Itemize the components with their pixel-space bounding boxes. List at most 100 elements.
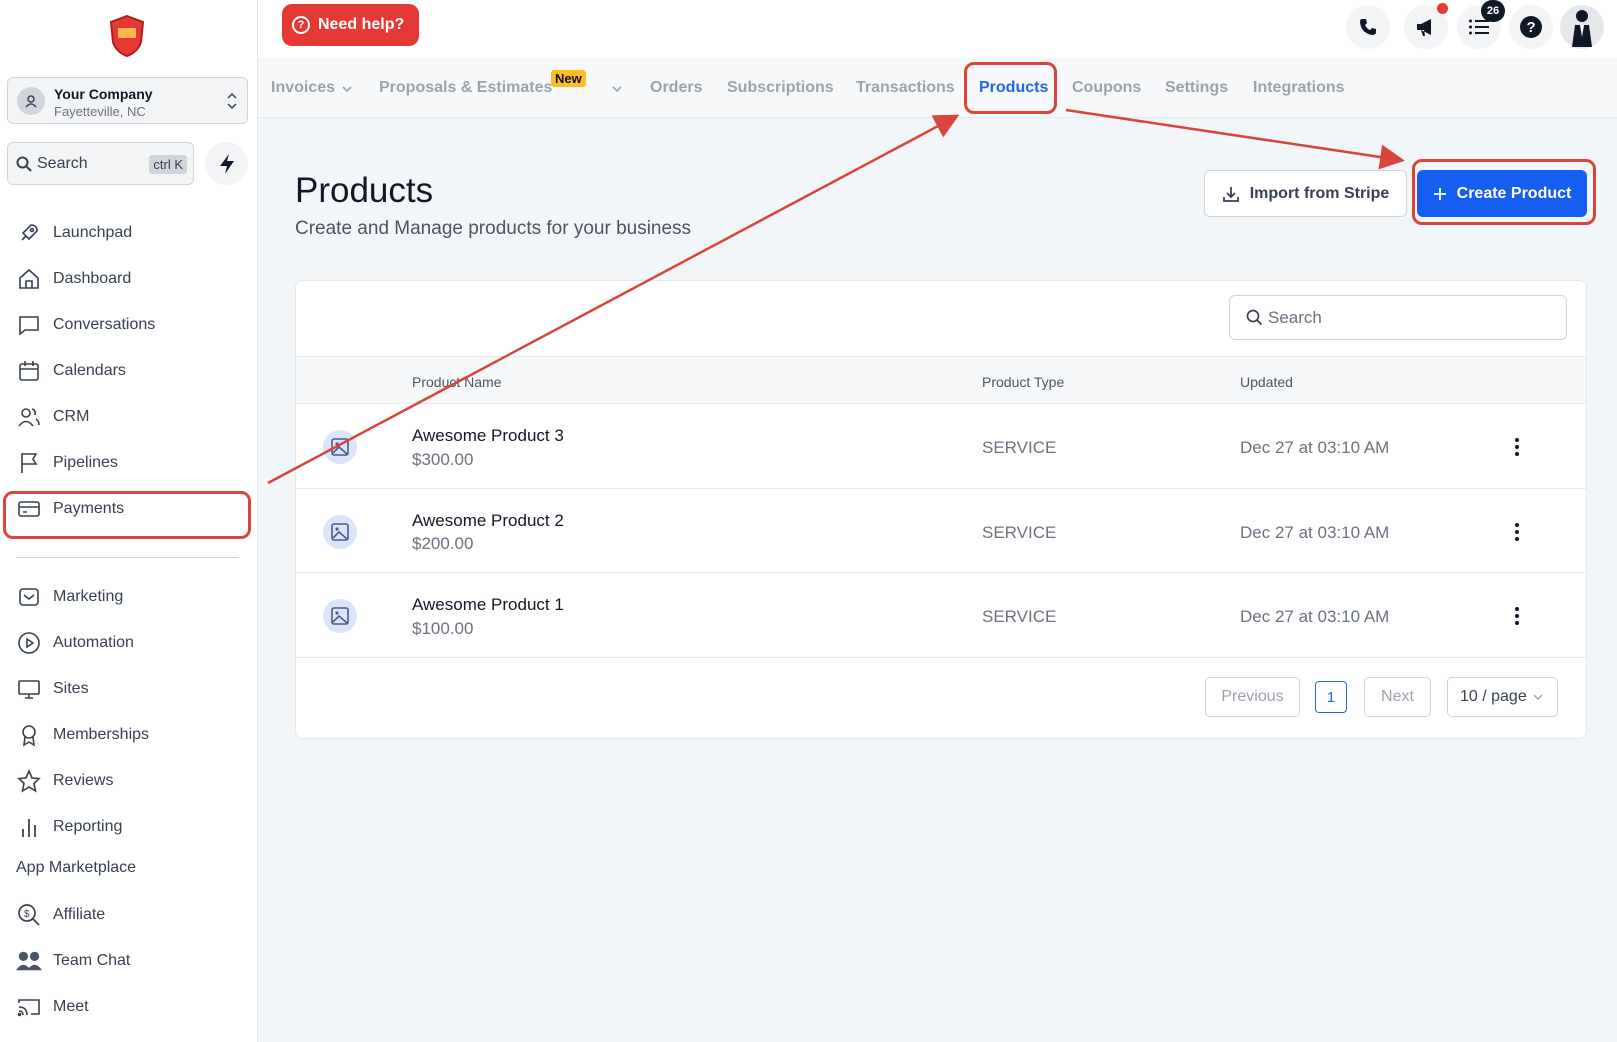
- sidebar-item-label: Calendars: [53, 362, 126, 379]
- need-help-button[interactable]: ? Need help?: [282, 4, 419, 46]
- sidebar-item-label: Marketing: [53, 588, 124, 605]
- page-size-value: 10 / page: [1460, 688, 1527, 705]
- product-type: SERVICE: [982, 438, 1057, 457]
- chevron-up-down-icon: [226, 88, 238, 119]
- sidebar-item-label: Automation: [53, 634, 134, 651]
- import-from-stripe-button[interactable]: Import from Stripe: [1204, 170, 1407, 217]
- company-name: Your Company: [54, 86, 153, 102]
- company-location: Fayetteville, NC: [54, 104, 146, 119]
- product-updated: Dec 27 at 03:10 AM: [1240, 523, 1390, 542]
- chat-icon: [16, 312, 42, 338]
- sidebar-item-app-marketplace[interactable]: App Marketplace: [16, 859, 136, 877]
- tab-coupons[interactable]: Coupons: [1072, 79, 1141, 97]
- image-placeholder-icon: [323, 515, 357, 549]
- table-row[interactable]: [296, 574, 1586, 658]
- company-avatar-icon: [17, 87, 45, 115]
- avatar-icon: [1572, 10, 1592, 47]
- column-updated[interactable]: Updated: [1240, 374, 1293, 390]
- sidebar-search[interactable]: Search ctrl K: [7, 142, 194, 185]
- page-size-select[interactable]: 10 / page: [1447, 677, 1558, 717]
- product-name[interactable]: Awesome Product 1: [412, 595, 564, 615]
- quick-actions-button[interactable]: [205, 142, 248, 185]
- sidebar-item-launchpad[interactable]: Launchpad: [16, 218, 132, 248]
- sidebar-item-affiliate[interactable]: $ Affiliate: [16, 900, 105, 930]
- product-updated: Dec 27 at 03:10 AM: [1240, 607, 1390, 626]
- tab-proposals-estimates[interactable]: Proposals & Estimates: [379, 79, 552, 97]
- search-placeholder: Search: [1268, 308, 1322, 327]
- question-icon: ?: [292, 16, 310, 34]
- search-shortcut: ctrl K: [149, 155, 187, 174]
- table-row[interactable]: [296, 489, 1586, 573]
- sidebar-item-sites[interactable]: Sites: [16, 674, 89, 704]
- sidebar-item-meet[interactable]: Meet: [16, 992, 89, 1022]
- more-options-icon[interactable]: [1507, 522, 1527, 542]
- column-product-type[interactable]: Product Type: [982, 374, 1064, 390]
- chevron-down-icon[interactable]: [342, 80, 352, 98]
- sidebar-item-label: Conversations: [53, 316, 156, 333]
- sidebar-item-label: Payments: [53, 500, 125, 517]
- sidebar-item-conversations[interactable]: Conversations: [16, 310, 155, 340]
- sidebar-item-marketing[interactable]: Marketing: [16, 582, 123, 612]
- sidebar-item-reviews[interactable]: Reviews: [16, 766, 113, 796]
- sidebar-item-label: Launchpad: [53, 224, 133, 241]
- product-name[interactable]: Awesome Product 3: [412, 426, 564, 446]
- product-price: $200.00: [412, 534, 474, 553]
- tab-orders[interactable]: Orders: [650, 79, 702, 97]
- tab-invoices[interactable]: Invoices: [271, 79, 335, 97]
- sidebar: Your Company Fayetteville, NC Search ctr…: [0, 0, 258, 1042]
- more-options-icon[interactable]: [1507, 606, 1527, 626]
- sidebar-item-label: Meet: [53, 998, 89, 1015]
- megaphone-icon: [1417, 19, 1431, 36]
- user-avatar[interactable]: [1560, 5, 1604, 49]
- sidebar-item-label: Sites: [53, 680, 89, 697]
- flag-icon: [16, 450, 42, 476]
- sidebar-item-reporting[interactable]: Reporting: [16, 812, 122, 842]
- tab-transactions[interactable]: Transactions: [856, 79, 955, 97]
- brand-logo[interactable]: [108, 14, 146, 58]
- previous-page-button[interactable]: Previous: [1205, 677, 1300, 717]
- phone-icon: [1360, 19, 1376, 35]
- sidebar-item-label: Reviews: [53, 772, 114, 789]
- chevron-down-icon[interactable]: [612, 80, 622, 98]
- svg-text:?: ?: [1527, 19, 1536, 36]
- product-updated: Dec 27 at 03:10 AM: [1240, 438, 1390, 457]
- sidebar-item-automation[interactable]: Automation: [16, 628, 134, 658]
- search-dollar-icon: $: [16, 902, 42, 928]
- sidebar-item-label: Memberships: [53, 726, 150, 743]
- next-page-button[interactable]: Next: [1364, 677, 1431, 717]
- company-switcher[interactable]: Your Company Fayetteville, NC: [7, 77, 248, 124]
- sidebar-item-crm[interactable]: CRM: [16, 402, 89, 432]
- more-options-icon[interactable]: [1507, 437, 1527, 457]
- sidebar-item-team-chat[interactable]: Team Chat: [16, 946, 130, 976]
- sidebar-item-payments[interactable]: Payments: [16, 494, 124, 524]
- tab-products[interactable]: Products: [979, 79, 1048, 97]
- sidebar-item-calendars[interactable]: Calendars: [16, 356, 126, 386]
- tab-integrations[interactable]: Integrations: [1253, 79, 1345, 97]
- page-number-button[interactable]: 1: [1315, 681, 1347, 713]
- sidebar-item-pipelines[interactable]: Pipelines: [16, 448, 118, 478]
- need-help-label: Need help?: [318, 16, 405, 33]
- sidebar-item-dashboard[interactable]: Dashboard: [16, 264, 131, 294]
- product-name[interactable]: Awesome Product 2: [412, 511, 564, 531]
- table-row[interactable]: [296, 405, 1586, 489]
- help-button[interactable]: ?: [1509, 5, 1553, 49]
- image-placeholder-icon: [323, 599, 357, 633]
- calendar-icon: [16, 358, 42, 384]
- rocket-icon: [16, 220, 42, 246]
- page-title: Products: [295, 171, 434, 210]
- create-product-button[interactable]: Create Product: [1417, 170, 1587, 217]
- tasks-badge: 26: [1481, 0, 1505, 22]
- tab-settings[interactable]: Settings: [1165, 79, 1228, 97]
- sidebar-item-memberships[interactable]: Memberships: [16, 720, 149, 750]
- card-icon: [16, 496, 42, 522]
- product-type: SERVICE: [982, 523, 1057, 542]
- page-subtitle: Create and Manage products for your busi…: [295, 218, 692, 239]
- tab-subscriptions[interactable]: Subscriptions: [727, 79, 834, 97]
- award-icon: [16, 722, 42, 748]
- new-badge: New: [551, 70, 586, 87]
- sidebar-item-label: Affiliate: [53, 906, 106, 923]
- product-price: $100.00: [412, 619, 474, 638]
- column-product-name[interactable]: Product Name: [412, 374, 501, 390]
- products-search-input[interactable]: Search: [1229, 295, 1567, 340]
- phone-button[interactable]: [1346, 5, 1390, 49]
